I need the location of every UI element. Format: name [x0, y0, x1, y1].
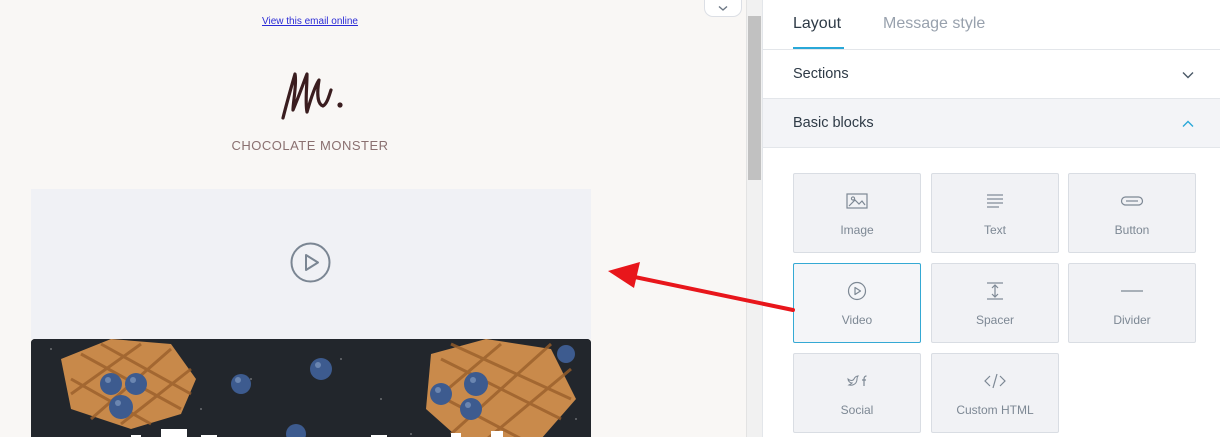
view-online-link[interactable]: View this email online [0, 16, 620, 27]
panel-tabs: Layout Message style [763, 0, 1220, 50]
accordion-sections-title: Sections [793, 66, 849, 82]
brand-name: CHOCOLATE MONSTER [231, 138, 389, 153]
accordion-basic-blocks-title: Basic blocks [793, 115, 874, 131]
block-video[interactable]: Video [793, 263, 921, 343]
brand-logo [281, 72, 343, 120]
collapse-toggle[interactable] [704, 0, 742, 17]
accordion-basic-blocks[interactable]: Basic blocks [763, 99, 1220, 148]
block-spacer[interactable]: Spacer [931, 263, 1059, 343]
email-editor: View this email online CHOCOLATE MONSTER [0, 0, 1220, 437]
block-label: Text [983, 223, 1006, 237]
chevron-up-icon [1182, 120, 1194, 127]
preview-scrollbar[interactable] [746, 0, 762, 437]
block-label: Social [840, 403, 874, 417]
block-custom-html[interactable]: Custom HTML [931, 353, 1059, 433]
tab-layout[interactable]: Layout [793, 15, 841, 33]
block-label: Image [840, 223, 874, 237]
button-icon [1120, 196, 1144, 206]
block-text[interactable]: Text [931, 173, 1059, 253]
chevron-down-icon [718, 5, 728, 11]
divider-icon [1121, 290, 1143, 292]
tab-message-style[interactable]: Message style [883, 15, 985, 33]
block-label: Button [1114, 223, 1150, 237]
waffles-blueberries-image [31, 339, 591, 437]
social-icon [847, 375, 867, 386]
block-social[interactable]: Social [793, 353, 921, 433]
block-label: Custom HTML [956, 403, 1034, 417]
editor-side-panel: Layout Message style Sections Basic bloc… [762, 0, 1220, 437]
hero-image-waffles[interactable] [31, 339, 591, 437]
scrollbar-thumb[interactable] [748, 16, 761, 180]
video-block-placeholder[interactable] [31, 189, 591, 339]
text-icon [987, 194, 1003, 208]
block-label: Video [841, 313, 873, 327]
block-image[interactable]: Image [793, 173, 921, 253]
block-divider[interactable]: Divider [1068, 263, 1196, 343]
block-label: Spacer [975, 313, 1015, 327]
code-icon [984, 373, 1006, 389]
block-label: Divider [1113, 313, 1151, 327]
spacer-icon [987, 282, 1003, 300]
video-icon [847, 281, 867, 301]
chevron-down-icon [1182, 72, 1194, 79]
image-icon [846, 193, 868, 209]
accordion-sections[interactable]: Sections [763, 50, 1220, 99]
basic-blocks-grid: Image Text Button Video Spacer Divider S… [793, 173, 1197, 433]
email-preview-canvas[interactable]: View this email online CHOCOLATE MONSTER [0, 0, 746, 437]
play-icon[interactable] [290, 242, 331, 283]
active-tab-indicator [793, 47, 844, 49]
block-button[interactable]: Button [1068, 173, 1196, 253]
